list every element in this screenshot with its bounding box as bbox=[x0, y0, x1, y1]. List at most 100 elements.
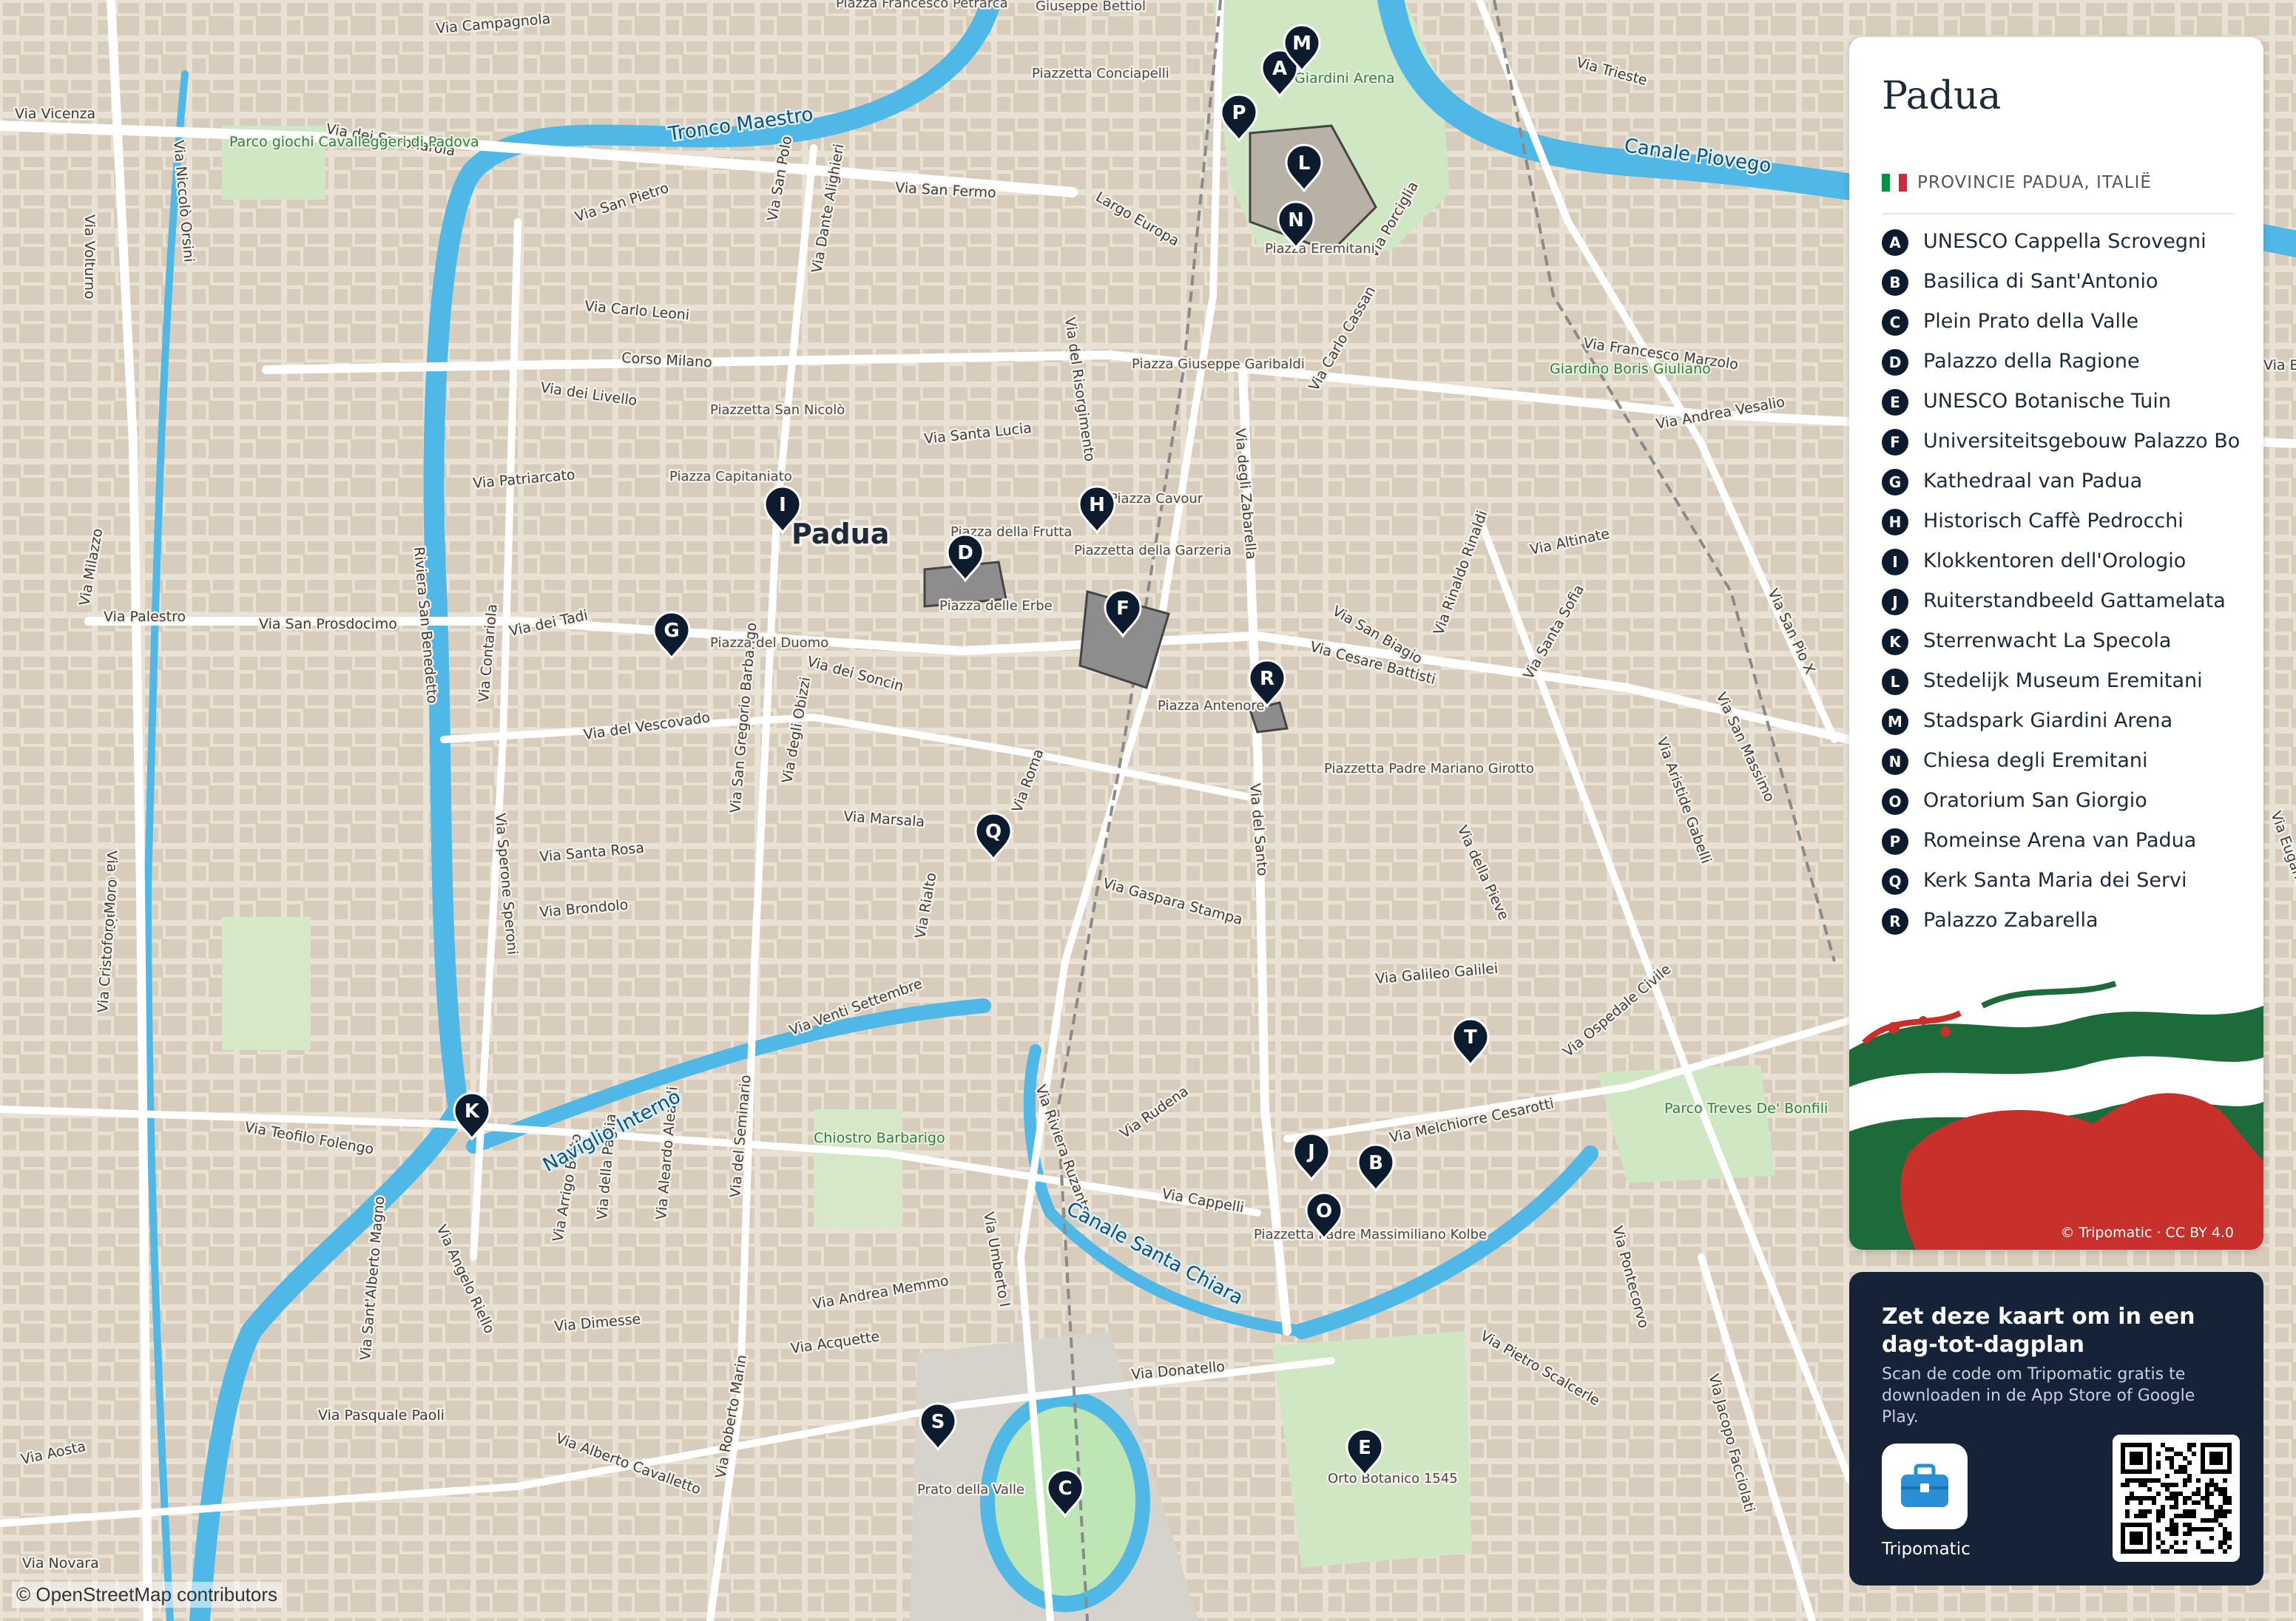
plaza-label: Piazzetta Padre Massimiliano Kolbe bbox=[1254, 1227, 1487, 1242]
map-pin-letter: T bbox=[1464, 1026, 1477, 1049]
legend-item-name: Romeinse Arena van Padua bbox=[1923, 829, 2197, 852]
legend-item[interactable]: D Palazzo della Ragione bbox=[1882, 349, 2241, 376]
legend-item[interactable]: E UNESCO Botanische Tuin bbox=[1882, 389, 2241, 416]
legend-item-name: Stadspark Giardini Arena bbox=[1923, 709, 2173, 732]
park-label: Parco Treves De' Bonfili bbox=[1664, 1100, 1828, 1117]
legend-item-name: Klokkentoren dell'Orologio bbox=[1923, 549, 2187, 572]
map-pin-letter: H bbox=[1089, 494, 1105, 516]
legend-item[interactable]: H Historisch Caffè Pedrocchi bbox=[1882, 509, 2241, 535]
legend-letter-badge: Q bbox=[1882, 868, 1908, 895]
map-pin-letter: N bbox=[1288, 209, 1304, 231]
legend-title: Padua bbox=[1882, 74, 2002, 118]
legend-item-name: Stedelijk Museum Eremitani bbox=[1923, 669, 2203, 692]
map-pin-letter: S bbox=[931, 1411, 945, 1433]
legend-letter-badge: R bbox=[1882, 908, 1908, 935]
legend-letter-badge: E bbox=[1882, 389, 1908, 416]
legend-item-name: Palazzo della Ragione bbox=[1923, 350, 2140, 373]
plaza-label: Piazza Capitaniato bbox=[669, 469, 792, 484]
map-pin-letter: I bbox=[779, 494, 786, 516]
suitcase-icon[interactable] bbox=[1882, 1444, 1968, 1529]
map-pin-letter: E bbox=[1358, 1437, 1371, 1459]
street-label: Via Vicenza bbox=[15, 106, 95, 122]
plaza-label: Piazzetta Conciapelli bbox=[1032, 66, 1169, 81]
map-pin-letter: M bbox=[1292, 33, 1311, 55]
legend-item[interactable]: P Romeinse Arena van Padua bbox=[1882, 828, 2241, 855]
park-label: Parco giochi Cavalleggeri di Padova bbox=[229, 134, 479, 150]
plaza-label: Orto Botanico 1545 bbox=[1328, 1471, 1458, 1486]
legend-letter-badge: N bbox=[1882, 748, 1908, 775]
plaza-label: Piazza Antenore bbox=[1158, 698, 1265, 714]
legend-item[interactable]: I Klokkentoren dell'Orologio bbox=[1882, 549, 2241, 575]
promo-title: Zet deze kaart om in een dag-tot-dagplan bbox=[1882, 1304, 2195, 1358]
legend-divider bbox=[1882, 213, 2234, 214]
park-label: Chiostro Barbarigo bbox=[814, 1130, 945, 1146]
legend-subtitle: PROVINCIE PADUA, ITALIË bbox=[1882, 173, 2152, 192]
map-pin-letter: A bbox=[1272, 58, 1287, 80]
legend-item[interactable]: G Kathedraal van Padua bbox=[1882, 469, 2241, 495]
street-label: Via Palestro bbox=[104, 609, 186, 625]
download-promo-card: Zet deze kaart om in een dag-tot-dagplan… bbox=[1849, 1272, 2263, 1586]
street-label: Via Novara bbox=[22, 1555, 99, 1571]
legend-item-name: Historisch Caffè Pedrocchi bbox=[1923, 510, 2184, 532]
legend-item[interactable]: Q Kerk Santa Maria dei Servi bbox=[1882, 868, 2241, 895]
legend-item-name: UNESCO Botanische Tuin bbox=[1923, 390, 2171, 413]
legend-letter-badge: I bbox=[1882, 549, 1908, 575]
legend-item[interactable]: F Universiteitsgebouw Palazzo Bo bbox=[1882, 429, 2241, 456]
legend-item-name: Chiesa degli Eremitani bbox=[1923, 749, 2148, 772]
legend-item[interactable]: N Chiesa degli Eremitani bbox=[1882, 748, 2241, 775]
legend-item[interactable]: M Stadspark Giardini Arena bbox=[1882, 708, 2241, 735]
legend-item-name: Kerk Santa Maria dei Servi bbox=[1923, 869, 2187, 892]
legend-item-name: UNESCO Cappella Scrovegni bbox=[1923, 230, 2206, 253]
legend-item-name: Sterrenwacht La Specola bbox=[1923, 629, 2172, 652]
legend-letter-badge: C bbox=[1882, 309, 1908, 336]
plaza-label: Piazzetta San Nicolò bbox=[710, 402, 845, 418]
qr-code[interactable] bbox=[2113, 1435, 2240, 1562]
legend-letter-badge: F bbox=[1882, 429, 1908, 456]
plaza-label: Giuseppe Bettiol bbox=[1036, 0, 1146, 14]
legend-item-name: Basilica di Sant'Antonio bbox=[1923, 270, 2158, 293]
map-pin-letter: C bbox=[1058, 1478, 1072, 1500]
street-label: Via Pasquale Paoli bbox=[318, 1407, 445, 1424]
legend-list: A UNESCO Cappella Scrovegni B Basilica di S… bbox=[1882, 229, 2241, 1028]
plaza-label: Piazzetta della Garzeria bbox=[1074, 543, 1232, 558]
legend-credit: © Tripomatic · CC BY 4.0 bbox=[2060, 1225, 2234, 1241]
map-pin-letter: O bbox=[1316, 1200, 1332, 1222]
street-label: Via San Prosdocimo bbox=[259, 616, 397, 632]
street-label: Via Bassano bbox=[2263, 357, 2296, 373]
legend-letter-badge: K bbox=[1882, 629, 1908, 655]
legend-letter-badge: J bbox=[1882, 589, 1908, 615]
legend-item[interactable]: C Plein Prato della Valle bbox=[1882, 309, 2241, 336]
legend-item-name: Universiteitsgebouw Palazzo Bo bbox=[1923, 430, 2241, 453]
map-pin-letter: P bbox=[1232, 102, 1246, 124]
decorative-fox-illustration bbox=[1849, 939, 2263, 1250]
legend-item[interactable]: L Stedelijk Museum Eremitani bbox=[1882, 669, 2241, 695]
map-attribution: © OpenStreetMap contributors bbox=[12, 1582, 282, 1608]
map-pin-letter: D bbox=[957, 542, 973, 564]
map-pin-letter: J bbox=[1306, 1141, 1315, 1163]
plaza-label: Piazza del Duomo bbox=[710, 635, 828, 651]
legend-letter-badge: D bbox=[1882, 349, 1908, 376]
legend-letter-badge: B bbox=[1882, 269, 1908, 296]
legend-item[interactable]: B Basilica di Sant'Antonio bbox=[1882, 269, 2241, 296]
street-label: Via Volturno bbox=[81, 214, 98, 300]
legend-item-name: Palazzo Zabarella bbox=[1923, 909, 2099, 932]
legend-item[interactable]: J Ruiterstandbeeld Gattamelata bbox=[1882, 589, 2241, 615]
park-label: Giardino Boris Giuliano bbox=[1550, 361, 1711, 377]
legend-item[interactable]: O Oratorium San Giorgio bbox=[1882, 788, 2241, 815]
map-pin-letter: K bbox=[465, 1100, 480, 1123]
promo-description: Scan de code om Tripomatic gratis te dow… bbox=[1882, 1365, 2195, 1427]
legend-item[interactable]: R Palazzo Zabarella bbox=[1882, 908, 2241, 935]
plaza-label: Piazza Cavour bbox=[1110, 491, 1203, 507]
legend-item-name: Ruiterstandbeeld Gattamelata bbox=[1923, 589, 2226, 612]
legend-letter-badge: G bbox=[1882, 469, 1908, 495]
plaza-label: Piazza Giuseppe Garibaldi bbox=[1132, 356, 1305, 372]
map-pin-letter: R bbox=[1260, 668, 1274, 690]
plaza-label: Piazza delle Erbe bbox=[939, 598, 1053, 614]
legend-item-name: Kathedraal van Padua bbox=[1923, 470, 2143, 493]
legend-letter-badge: P bbox=[1882, 828, 1908, 855]
legend-item[interactable]: A UNESCO Cappella Scrovegni bbox=[1882, 229, 2241, 256]
legend-item[interactable]: K Sterrenwacht La Specola bbox=[1882, 629, 2241, 655]
italy-flag-icon bbox=[1882, 174, 1907, 192]
app-name: Tripomatic bbox=[1882, 1540, 1971, 1559]
plaza-label: Piazza Eremitani bbox=[1265, 241, 1375, 257]
